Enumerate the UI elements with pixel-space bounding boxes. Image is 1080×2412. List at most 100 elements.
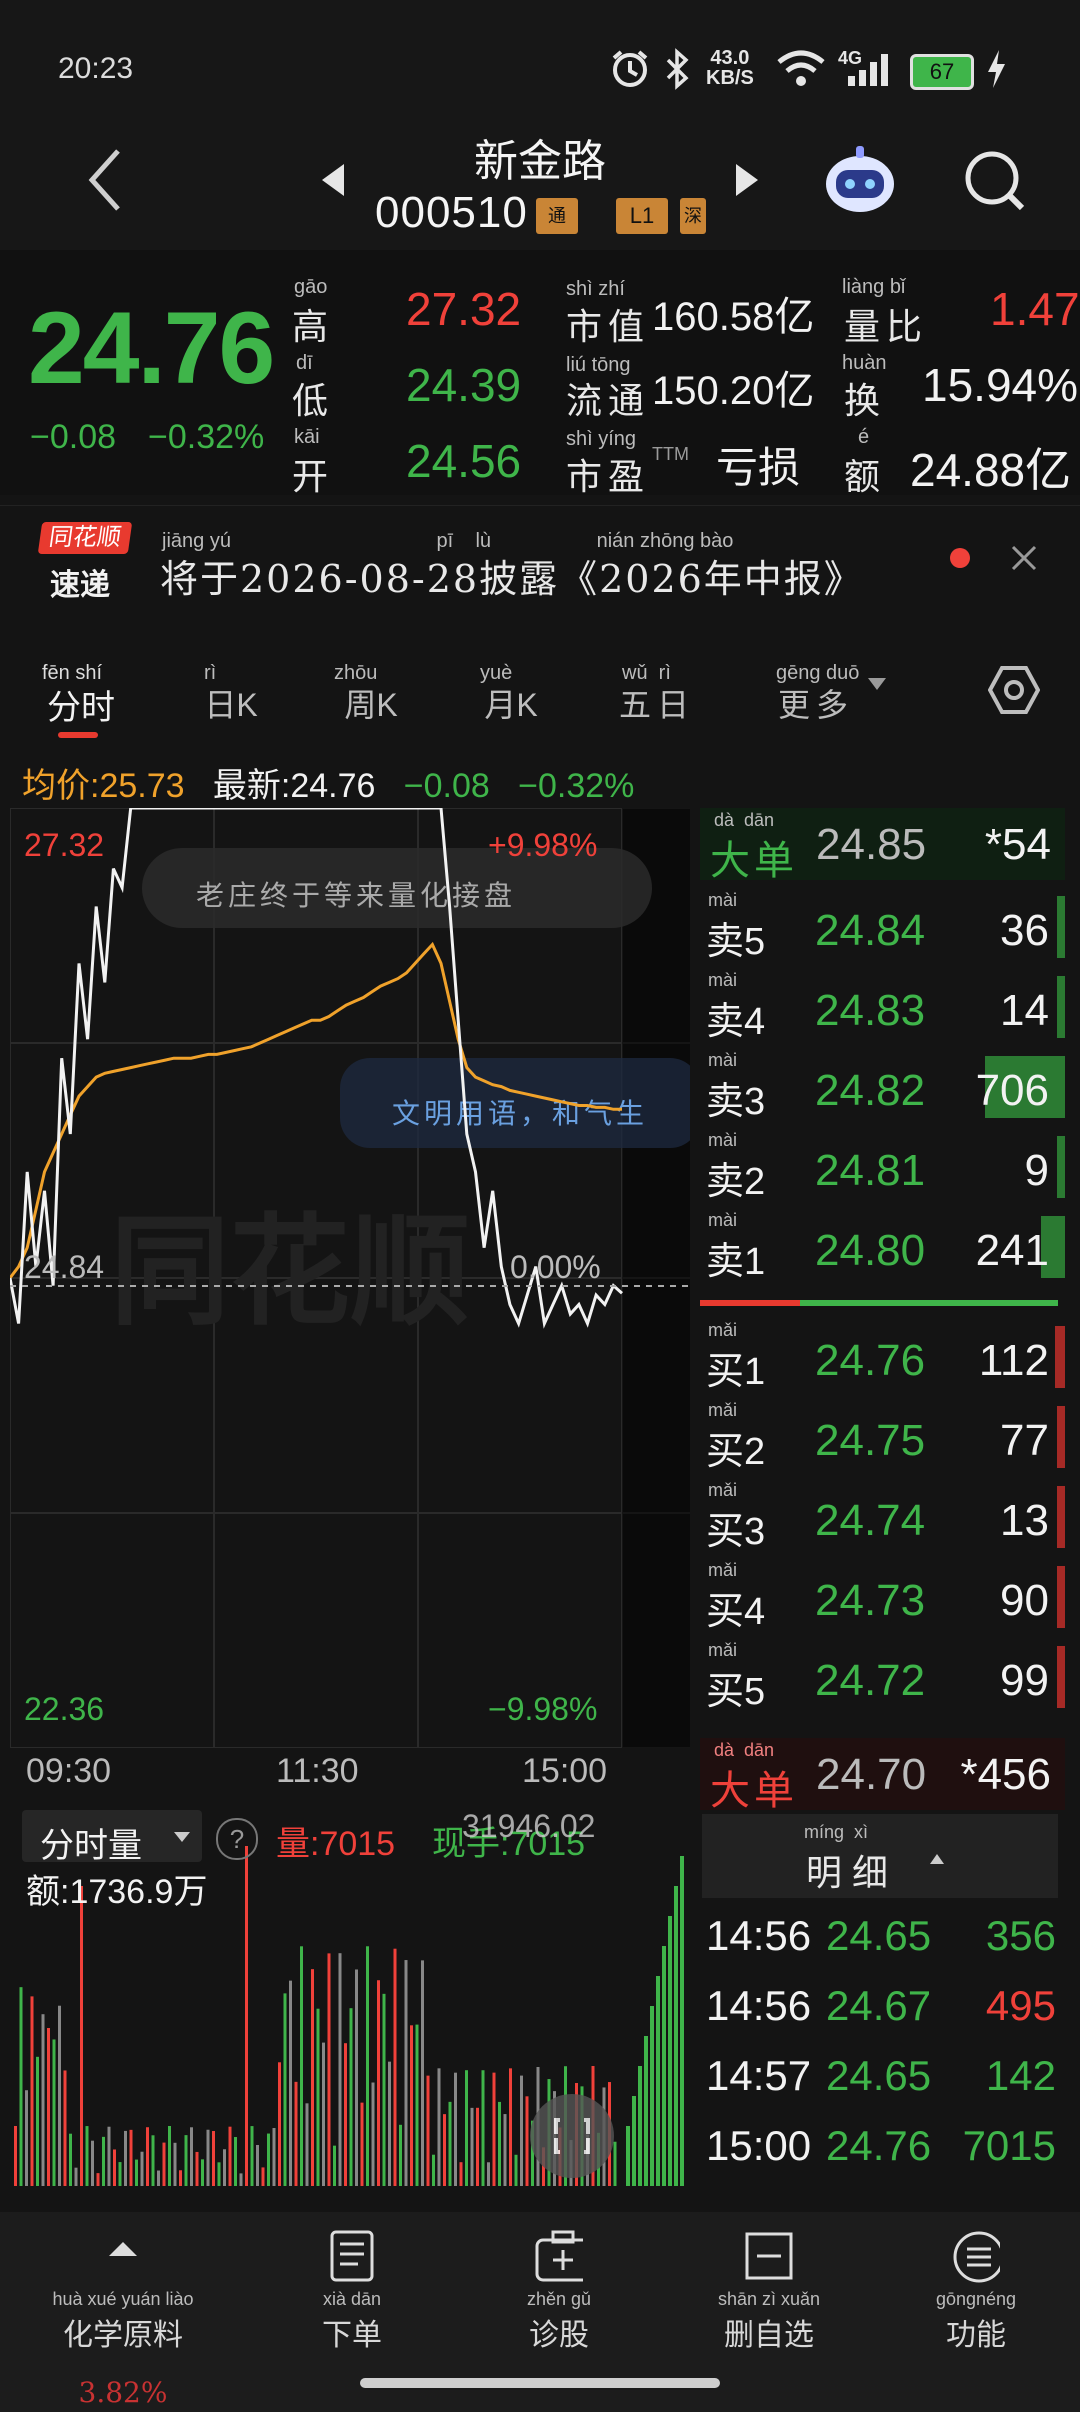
close-icon[interactable] — [1010, 544, 1038, 572]
volume-bar — [157, 2170, 160, 2186]
bid-volume-bar — [1057, 1566, 1065, 1628]
pe-suffix: TTM — [652, 444, 689, 464]
amount-value-vol: 额:1736.9万 — [26, 1873, 208, 1911]
float-label: 流通 — [566, 380, 651, 421]
pct-min-label: −9.98% — [488, 1691, 597, 1727]
ask-row-4[interactable]: mài 卖2 24.81 9 — [700, 1130, 1065, 1208]
bid-volume-bar — [1055, 1326, 1065, 1388]
bluetooth-icon — [666, 48, 689, 90]
price-change: −0.08 — [30, 418, 117, 456]
menu-icon — [953, 2231, 1005, 2283]
volume-bar — [228, 2126, 232, 2186]
high-value: 27.32 — [406, 283, 522, 335]
volume-bar — [448, 2101, 452, 2186]
ask-row-3[interactable]: mài 卖3 24.82 706 — [700, 1050, 1065, 1128]
search-icon[interactable] — [962, 148, 1028, 214]
volume-bar — [272, 2128, 276, 2186]
intraday-chart[interactable]: 同花顺 老庄终于等来量化接盘 文明用语，和气生 27.32 24.84 22.3… — [10, 808, 690, 1748]
volume-bar — [261, 2167, 265, 2186]
volume-bar — [129, 2129, 133, 2186]
tab-more[interactable]: 更多 — [776, 680, 856, 726]
ask-row-5[interactable]: mài 卖1 24.80 241 — [700, 1210, 1065, 1288]
volume-bar — [459, 2162, 463, 2186]
settings-hexagon-icon[interactable] — [988, 664, 1040, 716]
volume-bar — [421, 1960, 424, 2186]
ask-price: 24.83 — [815, 986, 926, 1035]
open-value: 24.56 — [406, 435, 522, 487]
vol-ratio-label: 量比 — [844, 306, 929, 347]
ask-volume: 9 — [1024, 1146, 1049, 1195]
volume-bar — [278, 2062, 281, 2186]
ask-label: 卖3 — [706, 1081, 766, 1123]
volume-bar — [443, 2114, 446, 2186]
high-label: 高 — [292, 306, 329, 347]
volume-bar — [437, 2068, 441, 2186]
bid-row-3[interactable]: mǎi 买3 24.74 13 — [700, 1480, 1065, 1558]
ask-list: mài 卖5 24.84 36 mài 卖4 24.83 14 mài 卖3 24.82 706 mài… — [700, 890, 1065, 1290]
volume-bar — [267, 2133, 270, 2186]
comment-text: 老庄终于等来量化接盘 — [196, 879, 516, 912]
up-arrow-icon — [109, 2242, 137, 2256]
volume-bar — [69, 2133, 72, 2186]
tick-time: 14:56 — [706, 1982, 812, 2029]
home-indicator[interactable] — [360, 2378, 720, 2388]
volume-bar — [487, 2162, 490, 2186]
stock-code: 000510 — [375, 188, 528, 237]
volume-bar — [162, 2142, 166, 2186]
detail-header[interactable]: míng xì 明细 — [702, 1814, 1058, 1898]
tab-intraday[interactable]: 分时 — [36, 680, 126, 729]
sector-change: 3.82% — [78, 2376, 168, 2409]
nav-functions[interactable]: gōngnéng 功能 — [886, 2230, 1066, 2354]
nav-diagnose[interactable]: zhěn gǔ 诊股 — [469, 2230, 649, 2354]
ask-row-2[interactable]: mài 卖4 24.83 14 — [700, 970, 1065, 1048]
chevron-down-icon — [868, 678, 886, 690]
ask-label: 卖1 — [706, 1241, 766, 1283]
volume-bar — [289, 1980, 292, 2186]
bid-volume-bar — [1057, 1486, 1065, 1548]
bid-row-2[interactable]: mǎi 买2 24.75 77 — [700, 1400, 1065, 1478]
volume-bar — [140, 2151, 144, 2186]
volume-bar — [113, 2149, 116, 2186]
ask-volume: 241 — [975, 1226, 1049, 1275]
ask-volume: 14 — [1000, 986, 1049, 1035]
bid-price: 24.76 — [815, 1336, 926, 1385]
bid-price: 24.73 — [815, 1576, 926, 1625]
diagnose-icon — [535, 2230, 591, 2282]
closing-volume-bar — [662, 1946, 666, 2186]
volume-bar — [256, 2144, 259, 2186]
vol-ratio-value: 1.47 — [990, 283, 1080, 335]
bid-row-5[interactable]: mǎi 买5 24.72 99 — [700, 1640, 1065, 1718]
tab-weekly-k[interactable]: 周K — [326, 680, 416, 726]
volume-selector[interactable]: 分时量 — [22, 1810, 202, 1865]
ask-row-1[interactable]: mài 卖5 24.84 36 — [700, 890, 1065, 968]
nav-remove-watchlist[interactable]: shān zì xuǎn 删自选 — [679, 2230, 859, 2354]
tab-five-day[interactable]: 五日 — [612, 680, 702, 726]
tab-monthly-k[interactable]: 月K — [466, 680, 556, 726]
volume-bar — [146, 2127, 149, 2186]
pe-value: 亏损 — [716, 444, 801, 491]
status-bar: 20:23 43.0 KB/S 4G 67 — [0, 0, 1080, 130]
ask-volume: 706 — [975, 1066, 1049, 1115]
bid-row-1[interactable]: mǎi 买1 24.76 112 — [700, 1320, 1065, 1398]
low-value: 24.39 — [406, 359, 522, 411]
help-icon[interactable]: ? — [216, 1818, 258, 1860]
nav-sector[interactable]: huà xué yuán liào 化学原料 3.82% — [33, 2230, 213, 2409]
bid-row-4[interactable]: mǎi 买4 24.73 90 — [700, 1560, 1065, 1638]
volume-bar — [74, 2167, 78, 2186]
next-stock-icon[interactable] — [734, 160, 762, 200]
volume-bar — [294, 2081, 298, 2186]
ask-volume: 36 — [1000, 906, 1049, 955]
volume-bar — [245, 1846, 248, 2186]
watermark: 同花顺 — [110, 1203, 470, 1342]
volume-bar — [206, 2129, 210, 2186]
volume-bar — [91, 2140, 94, 2186]
robot-assistant-icon[interactable] — [820, 140, 900, 220]
nav-order[interactable]: xià dān 下单 — [262, 2230, 442, 2354]
fullscreen-button[interactable] — [530, 2094, 614, 2178]
volume-bar — [465, 2070, 468, 2186]
ask-label: 卖4 — [706, 1001, 766, 1043]
ask-volume-bar — [1057, 976, 1065, 1038]
big-sell-row: dà dān 大单 24.85 *54 — [700, 808, 1065, 883]
tab-daily-k[interactable]: 日K — [186, 680, 276, 726]
tick-volume: 495 — [985, 1982, 1056, 2029]
